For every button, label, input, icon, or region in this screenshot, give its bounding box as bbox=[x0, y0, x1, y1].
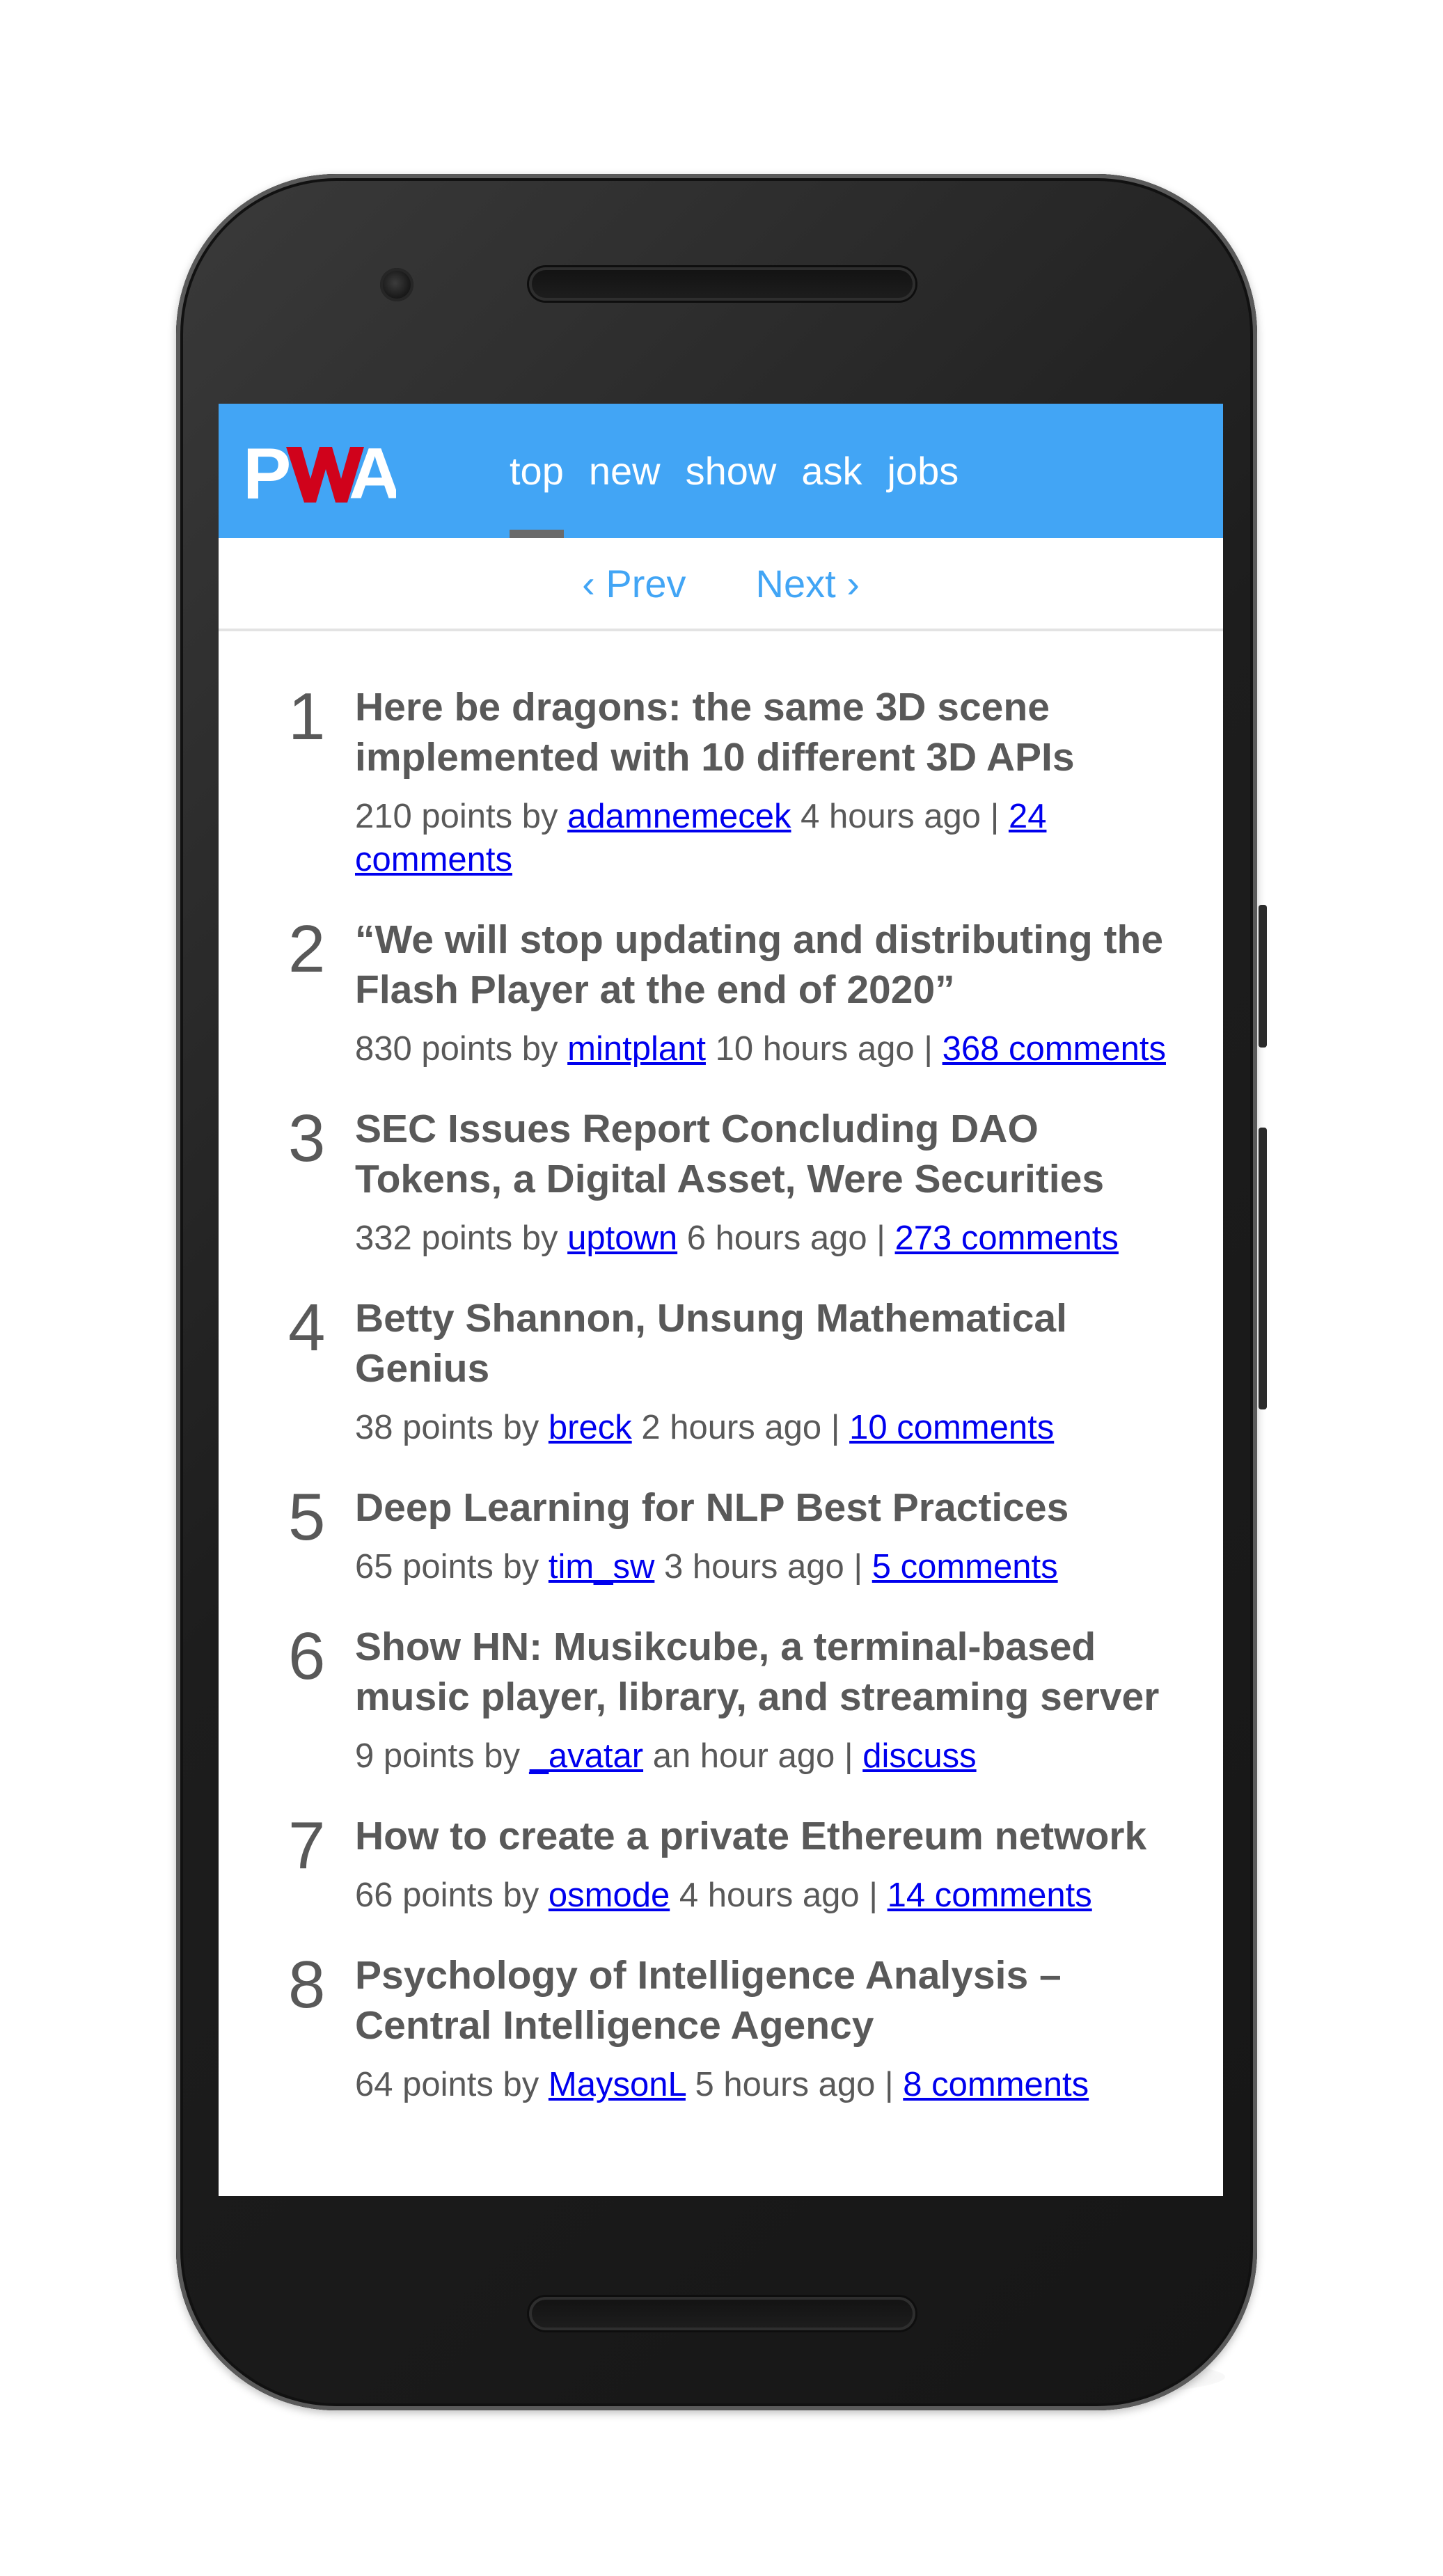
story-meta: 38 points by breck 2 hours ago | 10 comm… bbox=[355, 1406, 1169, 1449]
story-author-link[interactable]: MaysonL bbox=[549, 2066, 686, 2103]
story-comments-link[interactable]: 8 comments bbox=[903, 2066, 1089, 2103]
nav-tab-top[interactable]: top bbox=[497, 404, 576, 538]
story-time: 6 hours ago | bbox=[686, 1219, 885, 1257]
story-title-link[interactable]: Here be dragons: the same 3D scene imple… bbox=[355, 682, 1169, 782]
story-time: 5 hours ago | bbox=[695, 2066, 894, 2103]
story-rank: 5 bbox=[288, 1480, 326, 1554]
story-item: 3 SEC Issues Report Concluding DAO Tokens… bbox=[219, 1104, 1223, 1260]
pwa-logo[interactable]: P A bbox=[243, 438, 396, 508]
story-meta: 65 points by tim_sw 3 hours ago | 5 comm… bbox=[355, 1545, 1169, 1588]
story-time: an hour ago | bbox=[652, 1737, 853, 1775]
story-points: 65 points by bbox=[355, 1548, 539, 1586]
main-nav: top new show ask jobs bbox=[497, 404, 971, 538]
story-body: Show HN: Musikcube, a terminal-based mus… bbox=[355, 1622, 1169, 1778]
story-rank: 2 bbox=[288, 912, 326, 986]
prev-page-link[interactable]: ‹ Prev bbox=[582, 561, 686, 606]
story-body: SEC Issues Report Concluding DAO Tokens,… bbox=[355, 1104, 1169, 1260]
story-points: 38 points by bbox=[355, 1409, 539, 1446]
story-comments-link[interactable]: 5 comments bbox=[872, 1548, 1058, 1586]
story-item: 1 Here be dragons: the same 3D scene impl… bbox=[219, 682, 1223, 881]
story-title-link[interactable]: “We will stop updating and distributing … bbox=[355, 915, 1169, 1015]
story-title-link[interactable]: SEC Issues Report Concluding DAO Tokens,… bbox=[355, 1104, 1169, 1204]
story-title-link[interactable]: Deep Learning for NLP Best Practices bbox=[355, 1483, 1169, 1533]
story-title-link[interactable]: How to create a private Ethereum network bbox=[355, 1811, 1169, 1861]
story-meta: 66 points by osmode 4 hours ago | 14 com… bbox=[355, 1874, 1169, 1917]
nav-tab-ask[interactable]: ask bbox=[789, 404, 874, 538]
power-button bbox=[1259, 905, 1267, 1048]
story-comments-link[interactable]: 14 comments bbox=[888, 1876, 1092, 1914]
story-time: 4 hours ago | bbox=[679, 1876, 878, 1914]
story-title-link[interactable]: Show HN: Musikcube, a terminal-based mus… bbox=[355, 1622, 1169, 1722]
story-title-link[interactable]: Psychology of Intelligence Analysis – Ce… bbox=[355, 1950, 1169, 2050]
story-points: 66 points by bbox=[355, 1876, 539, 1914]
story-author-link[interactable]: uptown bbox=[567, 1219, 677, 1257]
pager: ‹ Prev Next › bbox=[219, 538, 1223, 631]
app-screen: P A top new show ask jobs ‹ Prev Next › 1 Her… bbox=[219, 404, 1223, 2196]
story-time: 2 hours ago | bbox=[641, 1409, 840, 1446]
nav-tab-new[interactable]: new bbox=[576, 404, 673, 538]
story-body: “We will stop updating and distributing … bbox=[355, 915, 1169, 1070]
story-author-link[interactable]: osmode bbox=[549, 1876, 670, 1914]
story-author-link[interactable]: _avatar bbox=[530, 1737, 643, 1775]
story-item: 5 Deep Learning for NLP Best Practices 65 … bbox=[219, 1483, 1223, 1588]
story-rank: 6 bbox=[288, 1619, 326, 1693]
story-points: 830 points by bbox=[355, 1030, 558, 1068]
story-rank: 3 bbox=[288, 1101, 326, 1176]
story-body: Psychology of Intelligence Analysis – Ce… bbox=[355, 1950, 1169, 2106]
story-author-link[interactable]: breck bbox=[549, 1409, 632, 1446]
story-comments-link[interactable]: discuss bbox=[862, 1737, 976, 1775]
story-meta: 64 points by MaysonL 5 hours ago | 8 com… bbox=[355, 2063, 1169, 2106]
story-body: Deep Learning for NLP Best Practices 65 p… bbox=[355, 1483, 1169, 1588]
story-body: How to create a private Ethereum network… bbox=[355, 1811, 1169, 1917]
story-rank: 4 bbox=[288, 1290, 326, 1365]
top-speaker bbox=[529, 267, 915, 301]
story-list: 1 Here be dragons: the same 3D scene impl… bbox=[219, 682, 1223, 2140]
story-item: 2 “We will stop updating and distributing… bbox=[219, 915, 1223, 1070]
story-time: 10 hours ago | bbox=[715, 1030, 933, 1068]
story-meta: 9 points by _avatar an hour ago | discus… bbox=[355, 1735, 1169, 1778]
nav-tab-show[interactable]: show bbox=[673, 404, 789, 538]
bottom-speaker bbox=[529, 2297, 915, 2330]
story-meta: 210 points by adamnemecek 4 hours ago | … bbox=[355, 795, 1169, 881]
story-meta: 332 points by uptown 6 hours ago | 273 c… bbox=[355, 1217, 1169, 1260]
story-time: 4 hours ago | bbox=[801, 798, 1000, 835]
svg-text:A: A bbox=[349, 438, 396, 508]
story-item: 6 Show HN: Musikcube, a terminal-based mu… bbox=[219, 1622, 1223, 1778]
story-item: 4 Betty Shannon, Unsung Mathematical Geni… bbox=[219, 1293, 1223, 1449]
story-body: Here be dragons: the same 3D scene imple… bbox=[355, 682, 1169, 881]
nav-tab-jobs[interactable]: jobs bbox=[874, 404, 971, 538]
story-points: 64 points by bbox=[355, 2066, 539, 2103]
story-rank: 8 bbox=[288, 1947, 326, 2022]
story-title-link[interactable]: Betty Shannon, Unsung Mathematical Geniu… bbox=[355, 1293, 1169, 1393]
app-header: P A top new show ask jobs bbox=[219, 404, 1223, 538]
story-comments-link[interactable]: 273 comments bbox=[895, 1219, 1119, 1257]
story-points: 9 points by bbox=[355, 1737, 520, 1775]
story-author-link[interactable]: tim_sw bbox=[549, 1548, 654, 1586]
volume-button bbox=[1259, 1128, 1267, 1409]
next-page-link[interactable]: Next › bbox=[756, 561, 860, 606]
svg-text:P: P bbox=[243, 438, 289, 508]
story-item: 7 How to create a private Ethereum networ… bbox=[219, 1811, 1223, 1917]
story-comments-link[interactable]: 368 comments bbox=[943, 1030, 1166, 1068]
story-rank: 1 bbox=[288, 679, 326, 754]
story-points: 210 points by bbox=[355, 798, 558, 835]
story-author-link[interactable]: mintplant bbox=[567, 1030, 706, 1068]
story-rank: 7 bbox=[288, 1808, 326, 1883]
story-points: 332 points by bbox=[355, 1219, 558, 1257]
story-author-link[interactable]: adamnemecek bbox=[567, 798, 791, 835]
story-comments-link[interactable]: 10 comments bbox=[849, 1409, 1054, 1446]
story-time: 3 hours ago | bbox=[663, 1548, 863, 1586]
story-meta: 830 points by mintplant 10 hours ago | 3… bbox=[355, 1027, 1169, 1070]
story-item: 8 Psychology of Intelligence Analysis – C… bbox=[219, 1950, 1223, 2106]
front-camera bbox=[380, 268, 413, 301]
story-body: Betty Shannon, Unsung Mathematical Geniu… bbox=[355, 1293, 1169, 1449]
